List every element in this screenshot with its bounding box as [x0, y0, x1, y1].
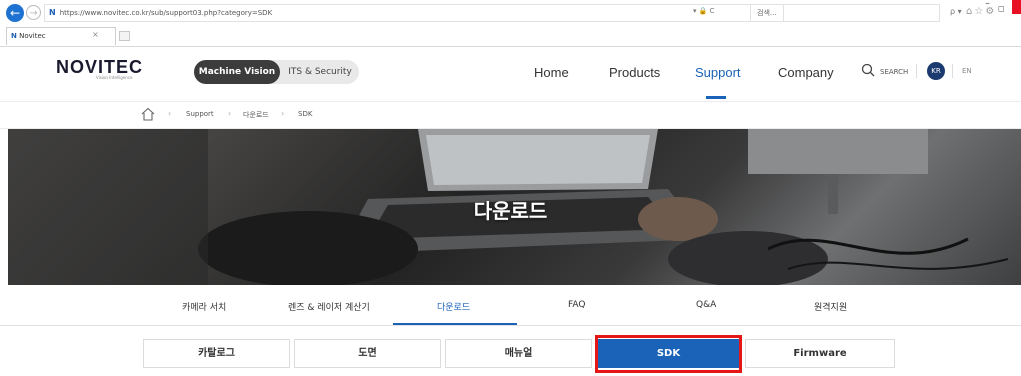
category-firmware-button[interactable]: Firmware: [745, 339, 895, 368]
breadcrumb-separator: ›: [168, 109, 172, 118]
breadcrumb-support[interactable]: Support: [186, 110, 214, 118]
nav-home[interactable]: Home: [534, 65, 569, 80]
tab-favicon-icon: N: [11, 32, 17, 40]
favorites-icon[interactable]: ☆: [974, 6, 985, 17]
address-controls[interactable]: ▾ 🔒 C: [693, 7, 715, 15]
toolbar-icons[interactable]: ⌂☆⚙: [966, 6, 996, 17]
nav-support[interactable]: Support: [695, 65, 741, 80]
tab-close-icon[interactable]: ×: [92, 30, 99, 39]
category-drawing-button[interactable]: 도면: [294, 339, 441, 368]
minimize-icon[interactable]: –: [985, 0, 990, 9]
tab-title: Novitec: [19, 32, 46, 40]
logo-tagline: Vision Intelligence: [96, 75, 133, 80]
restore-icon[interactable]: ◻: [998, 4, 1005, 13]
back-button[interactable]: ←: [6, 4, 24, 22]
favicon-icon: N: [49, 8, 56, 17]
forward-button[interactable]: →: [26, 5, 41, 20]
subnav-qna[interactable]: Q&A: [696, 300, 716, 310]
subnav-divider: [0, 325, 1021, 326]
address-bar[interactable]: Nhttps://www.novitec.co.kr/sub/support03…: [44, 4, 784, 22]
subnav-download[interactable]: 다운로드: [437, 300, 470, 313]
divider: [952, 64, 953, 78]
breadcrumb-sdk[interactable]: SDK: [298, 110, 312, 118]
breadcrumb-separator: ›: [281, 109, 285, 118]
subnav-camera-search[interactable]: 카메라 서치: [182, 300, 226, 313]
home-icon[interactable]: [140, 106, 156, 122]
address-url: https://www.novitec.co.kr/sub/support03.…: [59, 9, 273, 17]
sdk-highlight-box: [595, 335, 742, 373]
lang-kr-button[interactable]: KR: [927, 62, 945, 80]
nav-products[interactable]: Products: [609, 65, 660, 80]
browser-search-input[interactable]: 검색...: [750, 4, 940, 22]
subnav-lens-calculator[interactable]: 렌즈 & 레이저 계산기: [288, 300, 370, 313]
breadcrumb-separator: ›: [228, 109, 232, 118]
category-catalog-button[interactable]: 카탈로그: [143, 339, 290, 368]
lang-en-button[interactable]: EN: [962, 67, 972, 75]
divider: [916, 64, 917, 78]
nav-active-indicator: [706, 96, 726, 99]
browser-tab[interactable]: N Novitec: [6, 27, 116, 45]
breadcrumb-download[interactable]: 다운로드: [243, 110, 269, 120]
browser-search-go[interactable]: ρ ▾: [950, 7, 962, 16]
subnav-faq[interactable]: FAQ: [568, 300, 585, 310]
browser-search-placeholder: 검색...: [757, 9, 777, 17]
subnav-remote-support[interactable]: 원격지원: [814, 300, 847, 313]
nav-company[interactable]: Company: [778, 65, 834, 80]
new-tab-button[interactable]: [119, 31, 130, 41]
segment-its-security[interactable]: ITS & Security: [282, 60, 358, 84]
search-label[interactable]: SEARCH: [880, 68, 908, 76]
category-manual-button[interactable]: 매뉴얼: [445, 339, 592, 368]
header-divider: [0, 101, 1021, 102]
close-window-icon[interactable]: [1012, 0, 1021, 14]
hero-title: 다운로드: [473, 199, 548, 223]
segment-machine-vision[interactable]: Machine Vision: [194, 60, 280, 84]
search-icon[interactable]: [861, 63, 875, 77]
